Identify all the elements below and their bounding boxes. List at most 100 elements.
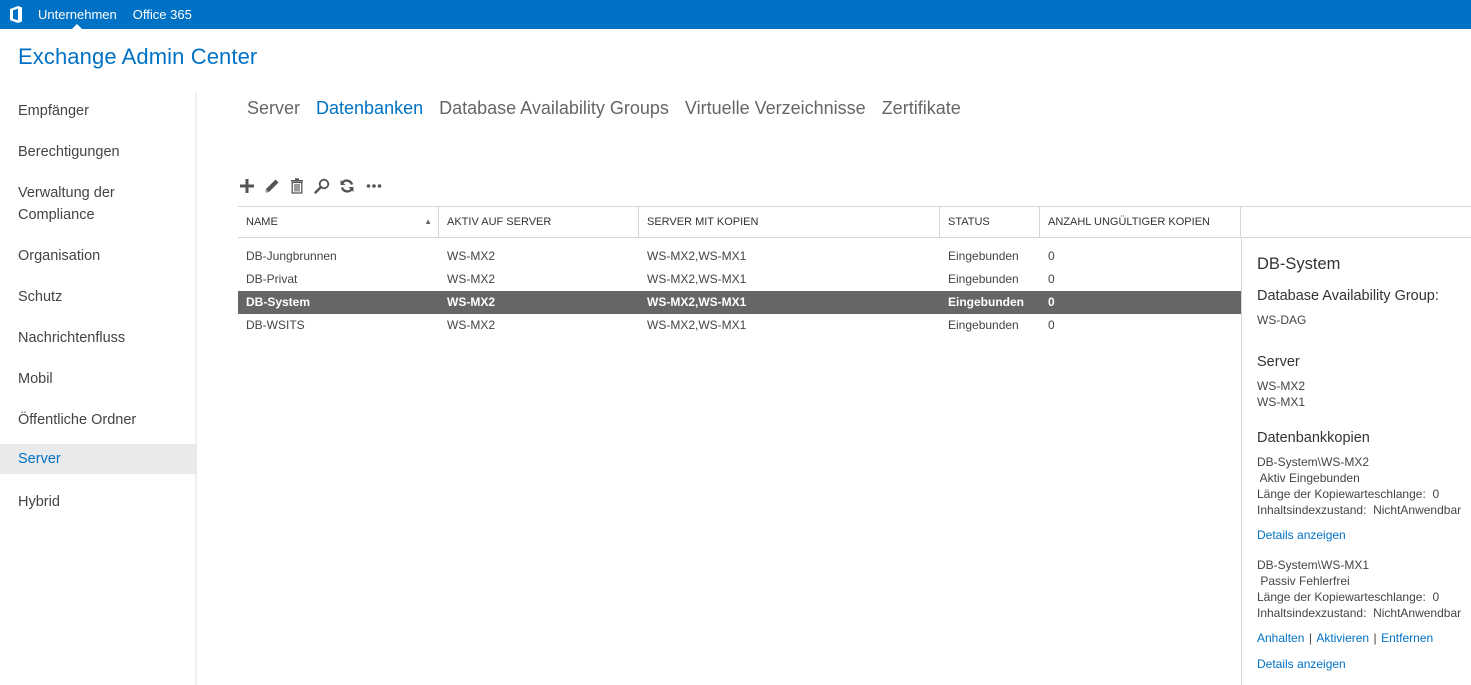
cell-name: DB-WSITS [246, 318, 305, 332]
dag-label: Database Availability Group: [1257, 288, 1439, 304]
grid-header: NAME ▲ AKTIV AUF SERVER SERVER MIT KOPIE… [238, 206, 1471, 238]
link-separator: | [1373, 631, 1377, 645]
cell-active-server: WS-MX2 [447, 272, 495, 286]
office-logo-icon[interactable] [2, 0, 30, 29]
column-header-status[interactable]: STATUS [940, 207, 1040, 237]
database-copy: DB-System\WS-MX1 Passiv Fehlerfrei Länge… [1257, 557, 1471, 673]
sidebar-item-label: Berechtigungen [18, 144, 120, 160]
table-row[interactable]: DB-Jungbrunnen WS-MX2 WS-MX2,WS-MX1 Eing… [238, 245, 1241, 268]
column-header-detail-pane [1241, 207, 1471, 237]
cell-status: Eingebunden [948, 295, 1024, 309]
cell-status: Eingebunden [948, 318, 1019, 332]
sidebar-item-oeffentliche-ordner[interactable]: Öffentliche Ordner [0, 409, 197, 431]
top-nav-unternehmen[interactable]: Unternehmen [38, 0, 117, 29]
cell-status: Eingebunden [948, 272, 1019, 286]
tab-server[interactable]: Server [247, 98, 300, 119]
sidebar-item-nachrichtenfluss[interactable]: Nachrichtenfluss [0, 327, 197, 349]
cell-invalid-copies: 0 [1048, 295, 1055, 309]
trash-icon [291, 178, 303, 194]
cell-name: DB-System [246, 295, 311, 309]
toolbar [238, 176, 385, 196]
sidebar-item-berechtigungen[interactable]: Berechtigungen [0, 141, 197, 163]
app-title: Exchange Admin Center [18, 44, 258, 69]
table-row[interactable]: DB-WSITS WS-MX2 WS-MX2,WS-MX1 Eingebunde… [238, 314, 1241, 337]
cell-name: DB-Privat [246, 272, 298, 286]
table-row-selected[interactable]: DB-System WS-MX2 WS-MX2,WS-MX1 Eingebund… [238, 291, 1241, 314]
more-button[interactable] [363, 176, 385, 196]
column-header-label: AKTIV AUF SERVER [447, 216, 552, 228]
view-details-link[interactable]: Details anzeigen [1257, 657, 1346, 671]
copy-name: DB-System\WS-MX1 [1257, 558, 1370, 572]
cell-name: DB-Jungbrunnen [246, 249, 337, 263]
sidebar-item-label: Hybrid [18, 494, 60, 510]
sidebar-item-label: Mobil [18, 371, 53, 387]
cell-copies: WS-MX2,WS-MX1 [647, 318, 747, 332]
grid-rows: DB-Jungbrunnen WS-MX2 WS-MX2,WS-MX1 Eing… [238, 245, 1241, 337]
details-title: DB-System [1257, 255, 1341, 273]
copy-queue-length: Länge der Kopiewarteschlange: 0 [1257, 487, 1440, 501]
sidebar-item-label: Nachrichtenfluss [18, 330, 126, 346]
column-header-label: STATUS [948, 216, 990, 228]
tab-zertifikate[interactable]: Zertifikate [882, 98, 961, 119]
sidebar-item-compliance[interactable]: Verwaltung der Compliance [0, 182, 140, 226]
tab-database-availability-groups[interactable]: Database Availability Groups [439, 98, 669, 119]
cell-copies: WS-MX2,WS-MX1 [647, 272, 747, 286]
column-header-label: ANZAHL UNGÜLTIGER KOPIEN [1048, 216, 1210, 228]
tab-datenbanken[interactable]: Datenbanken [316, 98, 423, 119]
cell-invalid-copies: 0 [1048, 272, 1055, 286]
server-value: WS-MX1 [1257, 395, 1305, 409]
cell-copies: WS-MX2,WS-MX1 [647, 295, 747, 309]
edit-button[interactable] [263, 176, 281, 196]
sidebar-item-label: Verwaltung der Compliance [18, 185, 115, 223]
pencil-icon [265, 179, 279, 193]
cell-invalid-copies: 0 [1048, 249, 1055, 263]
column-header-name[interactable]: NAME ▲ [238, 207, 439, 237]
delete-button[interactable] [288, 176, 306, 196]
search-button[interactable] [313, 176, 331, 196]
sidebar-item-mobil[interactable]: Mobil [0, 368, 197, 390]
sidebar: Empfänger Berechtigungen Verwaltung der … [0, 92, 197, 685]
cell-active-server: WS-MX2 [447, 249, 495, 263]
column-header-label: SERVER MIT KOPIEN [647, 216, 759, 228]
suspend-link[interactable]: Anhalten [1257, 631, 1304, 645]
table-row[interactable]: DB-Privat WS-MX2 WS-MX2,WS-MX1 Eingebund… [238, 268, 1241, 291]
top-nav-bar: Unternehmen Office 365 [0, 0, 1471, 29]
dag-value: WS-DAG [1257, 313, 1307, 327]
top-nav-office365[interactable]: Office 365 [133, 0, 192, 29]
sidebar-item-schutz[interactable]: Schutz [0, 286, 197, 308]
sidebar-item-label: Schutz [18, 289, 63, 305]
sort-ascending-icon: ▲ [424, 217, 432, 226]
activate-link[interactable]: Aktivieren [1316, 631, 1369, 645]
add-button[interactable] [238, 176, 256, 196]
copy-index-state: Inhaltsindexzustand: NichtAnwendbar [1257, 606, 1462, 620]
sidebar-item-hybrid[interactable]: Hybrid [0, 491, 197, 513]
sidebar-item-label: Organisation [18, 248, 101, 264]
column-header-servers-with-copies[interactable]: SERVER MIT KOPIEN [639, 207, 940, 237]
remove-link[interactable]: Entfernen [1381, 631, 1433, 645]
cell-active-server: WS-MX2 [447, 318, 495, 332]
sidebar-item-label: Server [18, 451, 61, 467]
view-details-link[interactable]: Details anzeigen [1257, 528, 1346, 542]
refresh-icon [340, 179, 354, 193]
server-value: WS-MX2 [1257, 379, 1305, 393]
cell-invalid-copies: 0 [1048, 318, 1055, 332]
refresh-button[interactable] [338, 176, 356, 196]
cell-copies: WS-MX2,WS-MX1 [647, 249, 747, 263]
column-header-invalid-copies[interactable]: ANZAHL UNGÜLTIGER KOPIEN [1040, 207, 1241, 237]
cell-active-server: WS-MX2 [447, 295, 495, 309]
sidebar-item-empfaenger[interactable]: Empfänger [0, 100, 197, 122]
sidebar-item-label: Empfänger [18, 103, 89, 119]
sidebar-item-server[interactable]: Server [0, 444, 197, 474]
databases-grid: NAME ▲ AKTIV AUF SERVER SERVER MIT KOPIE… [238, 206, 1471, 332]
tab-bar: Server Datenbanken Database Availability… [247, 98, 961, 119]
link-separator: | [1308, 631, 1312, 645]
details-pane: DB-System Database Availability Group: W… [1241, 238, 1471, 685]
search-icon [314, 178, 330, 194]
column-header-label: NAME [246, 216, 278, 228]
copy-index-state: Inhaltsindexzustand: NichtAnwendbar [1257, 503, 1462, 517]
server-section-label: Server [1257, 354, 1300, 370]
tab-virtuelle-verzeichnisse[interactable]: Virtuelle Verzeichnisse [685, 98, 866, 119]
column-header-active-server[interactable]: AKTIV AUF SERVER [439, 207, 639, 237]
sidebar-item-organisation[interactable]: Organisation [0, 245, 197, 267]
plus-icon [240, 179, 254, 193]
